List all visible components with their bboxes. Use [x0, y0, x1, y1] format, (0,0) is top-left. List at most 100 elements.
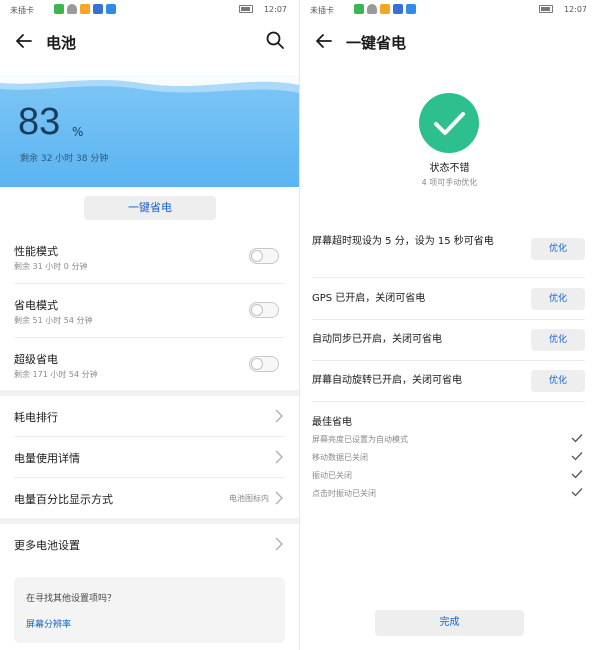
battery-icon [539, 5, 553, 13]
page-title: 电池 [46, 34, 77, 52]
optimization-row-screen-timeout: 屏幕超时现设为 5 分，设为 15 秒可省电 优化 [312, 232, 585, 274]
mode-remaining: 剩余 31 小时 0 分钟 [14, 262, 88, 271]
battery-icon [239, 5, 253, 13]
carrier-text: 未插卡 [310, 6, 334, 15]
nav-label: 电量百分比显示方式 [14, 493, 113, 506]
battery-level-card: 83 % 剩余 32 小时 38 分钟 [0, 75, 299, 187]
wifi-icon [67, 4, 77, 14]
app-icon [380, 4, 390, 14]
mode-row-performance[interactable]: 性能模式 剩余 31 小时 0 分钟 [14, 236, 285, 284]
best-saving-heading: 最佳省电 [312, 417, 352, 428]
checkmark-icon [434, 112, 465, 135]
optimize-button[interactable]: 优化 [531, 329, 585, 351]
check-icon [571, 470, 583, 479]
wechat-icon [354, 4, 364, 14]
app-icon [406, 4, 416, 14]
status-ok-badge [419, 93, 479, 153]
best-saving-item: 振动已关闭 [312, 468, 585, 486]
battery-percent: 83 [18, 101, 61, 143]
carrier-text: 未插卡 [10, 6, 34, 15]
search-icon[interactable] [265, 30, 285, 50]
status-bar: 未插卡 12:07 [0, 0, 299, 20]
nav-label: 更多电池设置 [14, 539, 80, 552]
status-icons [54, 4, 116, 14]
mode-title: 超级省电 [14, 353, 58, 366]
mode-title: 性能模式 [14, 245, 58, 258]
check-icon [571, 434, 583, 443]
optimization-label: 屏幕自动旋转已开启，关闭可省电 [312, 375, 462, 386]
mode-title: 省电模式 [14, 299, 58, 312]
ultra-saving-mode-toggle[interactable] [249, 356, 279, 372]
clock: 12:07 [263, 5, 287, 14]
app-icon [80, 4, 90, 14]
toggle-knob [251, 250, 263, 262]
title-bar: 一键省电 [300, 28, 599, 54]
nav-percentage-display[interactable]: 电量百分比显示方式 电池图标内 [14, 478, 285, 518]
back-arrow-icon[interactable] [314, 31, 334, 51]
settings-suggestion-card: 在寻找其他设置项吗？ 屏幕分辨率 [14, 577, 285, 643]
wechat-icon [54, 4, 64, 14]
optimization-label: 屏幕超时现设为 5 分，设为 15 秒可省电 [312, 236, 494, 247]
optimization-row-gps: GPS 已开启，关闭可省电 优化 [312, 286, 585, 316]
divider [312, 360, 585, 361]
optimization-row-auto-sync: 自动同步已开启，关闭可省电 优化 [312, 327, 585, 357]
divider [312, 401, 585, 402]
divider [312, 319, 585, 320]
chevron-right-icon [275, 491, 283, 505]
performance-mode-toggle[interactable] [249, 248, 279, 264]
status-bar: 未插卡 12:07 [300, 0, 599, 20]
nav-value: 电池图标内 [229, 494, 269, 503]
mode-row-power-saving[interactable]: 省电模式 剩余 51 小时 54 分钟 [14, 290, 285, 338]
app-icon [393, 4, 403, 14]
suggestion-question: 在寻找其他设置项吗？ [26, 594, 117, 604]
optimization-row-auto-rotate: 屏幕自动旋转已开启，关闭可省电 优化 [312, 368, 585, 398]
battery-screen: 未插卡 12:07 电池 83 % 剩余 32 小时 38 分钟 一键省电 性能… [0, 0, 299, 650]
chevron-right-icon [275, 450, 283, 464]
nav-label: 电量使用详情 [14, 452, 80, 465]
nav-power-ranking[interactable]: 耗电排行 [14, 396, 285, 436]
app-icon [93, 4, 103, 14]
best-saving-label: 点击时振动已关闭 [312, 489, 376, 498]
status-title: 状态不错 [429, 163, 470, 174]
nav-usage-details[interactable]: 电量使用详情 [14, 437, 285, 477]
best-saving-label: 移动数据已关闭 [312, 453, 368, 462]
nav-label: 耗电排行 [14, 411, 58, 424]
status-subtitle: 4 项可手动优化 [421, 178, 478, 187]
toggle-knob [251, 358, 263, 370]
wifi-icon [367, 4, 377, 14]
remaining-time: 剩余 32 小时 38 分钟 [20, 154, 109, 164]
done-button[interactable]: 完成 [375, 610, 524, 636]
check-icon [571, 488, 583, 497]
status-icons [354, 4, 416, 14]
chevron-right-icon [275, 537, 283, 551]
app-icon [106, 4, 116, 14]
chevron-right-icon [275, 409, 283, 423]
divider [14, 283, 285, 284]
optimize-button[interactable]: 优化 [531, 238, 585, 260]
clock: 12:07 [563, 5, 587, 14]
best-saving-label: 屏幕亮度已设置为自动模式 [312, 435, 408, 444]
screen-resolution-link[interactable]: 屏幕分辨率 [26, 617, 71, 630]
optimize-button[interactable]: 优化 [531, 288, 585, 310]
best-saving-item: 点击时振动已关闭 [312, 486, 585, 504]
best-saving-item: 移动数据已关闭 [312, 450, 585, 468]
nav-more-battery-settings[interactable]: 更多电池设置 [14, 524, 285, 564]
one-key-save-screen: 未插卡 12:07 一键省电 状态不错 4 项可手动优化 屏幕超时现设为 5 分… [300, 0, 599, 650]
optimize-button[interactable]: 优化 [531, 370, 585, 392]
back-arrow-icon[interactable] [14, 31, 34, 51]
mode-remaining: 剩余 51 小时 54 分钟 [14, 316, 93, 325]
divider [14, 337, 285, 338]
power-saving-mode-toggle[interactable] [249, 302, 279, 318]
toggle-knob [251, 304, 263, 316]
percent-sign: % [72, 125, 84, 139]
title-bar: 电池 [0, 28, 299, 54]
optimization-label: 自动同步已开启，关闭可省电 [312, 334, 442, 345]
best-saving-item: 屏幕亮度已设置为自动模式 [312, 432, 585, 450]
best-saving-label: 振动已关闭 [312, 471, 352, 480]
check-icon [571, 452, 583, 461]
mode-remaining: 剩余 171 小时 54 分钟 [14, 370, 98, 379]
divider [312, 277, 585, 278]
page-title: 一键省电 [346, 34, 407, 52]
mode-row-ultra-saving[interactable]: 超级省电 剩余 171 小时 54 分钟 [14, 344, 285, 392]
one-key-save-button[interactable]: 一键省电 [84, 196, 216, 220]
